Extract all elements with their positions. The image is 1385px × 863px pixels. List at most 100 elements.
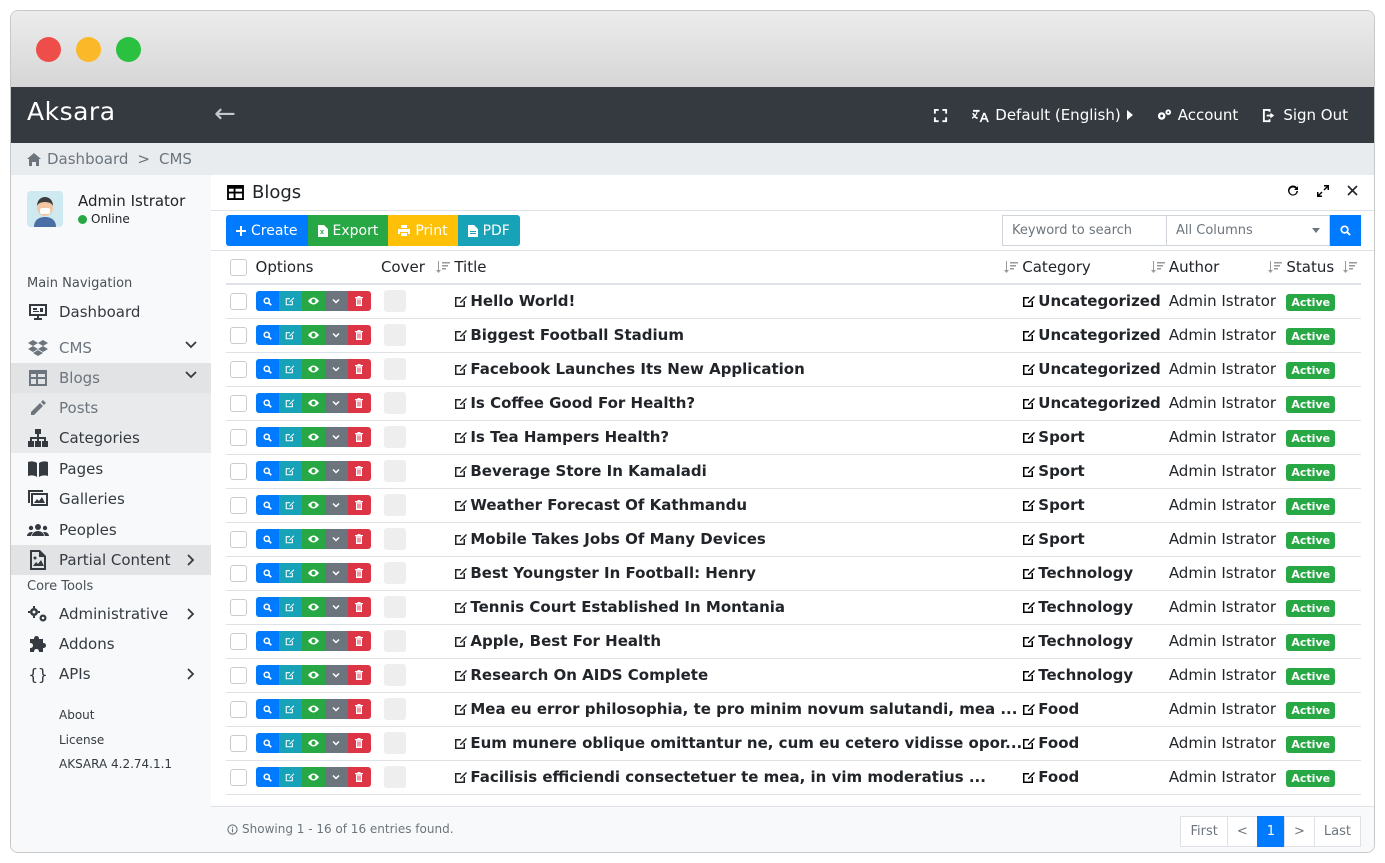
row-title[interactable]: Is Coffee Good For Health? <box>470 394 695 412</box>
sidebar-item-apis[interactable]: {} APIs <box>11 659 211 689</box>
row-more-button[interactable] <box>324 461 348 481</box>
row-checkbox[interactable] <box>230 292 247 310</box>
row-checkbox[interactable] <box>230 666 247 684</box>
row-checkbox[interactable] <box>230 462 247 480</box>
row-category[interactable]: Uncategorized <box>1038 360 1160 378</box>
row-edit-button[interactable] <box>278 767 302 787</box>
row-edit-button[interactable] <box>278 495 302 515</box>
cover-thumbnail[interactable] <box>383 664 406 686</box>
row-category[interactable]: Technology <box>1038 598 1133 616</box>
row-more-button[interactable] <box>324 529 348 549</box>
sidebar-item-blogs[interactable]: Blogs <box>11 363 211 393</box>
sidebar-toggle-arrow-icon[interactable]: ← <box>214 99 236 129</box>
row-category[interactable]: Sport <box>1038 530 1084 548</box>
row-edit-button[interactable] <box>278 291 302 312</box>
row-more-button[interactable] <box>324 665 348 685</box>
about-link[interactable]: About <box>59 703 172 728</box>
row-more-button[interactable] <box>324 733 348 753</box>
row-edit-button[interactable] <box>278 597 302 617</box>
row-edit-button[interactable] <box>278 393 302 413</box>
row-category[interactable]: Uncategorized <box>1038 326 1160 344</box>
refresh-icon[interactable] <box>1287 185 1299 197</box>
select-all-checkbox[interactable] <box>230 258 247 276</box>
row-view-button[interactable] <box>301 393 325 413</box>
row-view-button[interactable] <box>301 699 325 719</box>
row-more-button[interactable] <box>324 563 348 583</box>
row-checkbox[interactable] <box>230 768 247 786</box>
row-category[interactable]: Food <box>1038 700 1079 718</box>
row-delete-button[interactable] <box>347 291 371 312</box>
row-title[interactable]: Biggest Football Stadium <box>470 326 684 344</box>
row-checkbox[interactable] <box>230 496 247 514</box>
sidebar-item-galleries[interactable]: Galleries <box>11 484 211 514</box>
row-delete-button[interactable] <box>347 529 371 549</box>
row-checkbox[interactable] <box>230 564 247 582</box>
header-cover[interactable]: Cover <box>380 251 455 285</box>
cover-thumbnail[interactable] <box>383 766 406 788</box>
row-more-button[interactable] <box>324 495 348 515</box>
row-read-button[interactable] <box>255 461 279 481</box>
row-delete-button[interactable] <box>347 495 371 515</box>
cover-thumbnail[interactable] <box>383 732 406 754</box>
license-link[interactable]: License <box>59 728 172 753</box>
row-checkbox[interactable] <box>230 360 247 378</box>
cover-thumbnail[interactable] <box>383 358 406 380</box>
row-read-button[interactable] <box>255 767 279 787</box>
row-read-button[interactable] <box>255 495 279 515</box>
row-read-button[interactable] <box>255 359 279 379</box>
cover-thumbnail[interactable] <box>383 528 406 550</box>
sidebar-item-dashboard[interactable]: Dashboard <box>11 297 211 327</box>
cover-thumbnail[interactable] <box>383 392 406 414</box>
header-title[interactable]: Title <box>454 251 1023 285</box>
row-checkbox[interactable] <box>230 394 247 412</box>
maximize-window-button[interactable] <box>116 37 141 62</box>
row-checkbox[interactable] <box>230 428 247 446</box>
sign-out-button[interactable]: Sign Out <box>1262 106 1348 124</box>
row-checkbox[interactable] <box>230 326 247 344</box>
row-checkbox[interactable] <box>230 598 247 616</box>
row-title[interactable]: Beverage Store In Kamaladi <box>470 462 706 480</box>
cover-thumbnail[interactable] <box>383 494 406 516</box>
row-more-button[interactable] <box>324 291 348 312</box>
row-title[interactable]: Tennis Court Established In Montania <box>470 598 785 616</box>
row-title[interactable]: Hello World! <box>470 292 575 310</box>
row-checkbox[interactable] <box>230 700 247 718</box>
minimize-window-button[interactable] <box>76 37 101 62</box>
cover-thumbnail[interactable] <box>383 562 406 584</box>
row-read-button[interactable] <box>255 291 279 312</box>
sidebar-item-categories[interactable]: Categories <box>11 423 211 453</box>
row-title[interactable]: Mobile Takes Jobs Of Many Devices <box>470 530 766 548</box>
sidebar-item-pages[interactable]: Pages <box>11 454 211 484</box>
print-button[interactable]: Print <box>388 215 458 246</box>
cover-thumbnail[interactable] <box>383 698 406 720</box>
row-view-button[interactable] <box>301 767 325 787</box>
avatar[interactable] <box>27 191 63 227</box>
breadcrumb-home-link[interactable]: Dashboard <box>47 150 128 168</box>
row-category[interactable]: Sport <box>1038 462 1084 480</box>
row-delete-button[interactable] <box>347 393 371 413</box>
row-view-button[interactable] <box>301 529 325 549</box>
row-more-button[interactable] <box>324 427 348 447</box>
row-title[interactable]: Facilisis efficiendi consectetuer te mea… <box>470 768 986 786</box>
cover-thumbnail[interactable] <box>383 596 406 618</box>
row-delete-button[interactable] <box>347 597 371 617</box>
row-category[interactable]: Technology <box>1038 632 1133 650</box>
row-more-button[interactable] <box>324 631 348 651</box>
row-edit-button[interactable] <box>278 427 302 447</box>
sidebar-item-partial-content[interactable]: Partial Content <box>11 545 211 575</box>
row-view-button[interactable] <box>301 461 325 481</box>
row-category[interactable]: Uncategorized <box>1038 394 1160 412</box>
sidebar-item-addons[interactable]: Addons <box>11 629 211 659</box>
page-prev-button[interactable]: < <box>1226 816 1258 847</box>
row-category[interactable]: Sport <box>1038 496 1084 514</box>
row-title[interactable]: Weather Forecast Of Kathmandu <box>470 496 747 514</box>
row-delete-button[interactable] <box>347 461 371 481</box>
row-read-button[interactable] <box>255 597 279 617</box>
expand-icon[interactable] <box>1317 185 1329 197</box>
row-view-button[interactable] <box>301 359 325 379</box>
row-delete-button[interactable] <box>347 699 371 719</box>
row-read-button[interactable] <box>255 393 279 413</box>
page-1-button[interactable]: 1 <box>1256 816 1285 847</box>
close-window-button[interactable] <box>36 37 61 62</box>
row-view-button[interactable] <box>301 733 325 753</box>
